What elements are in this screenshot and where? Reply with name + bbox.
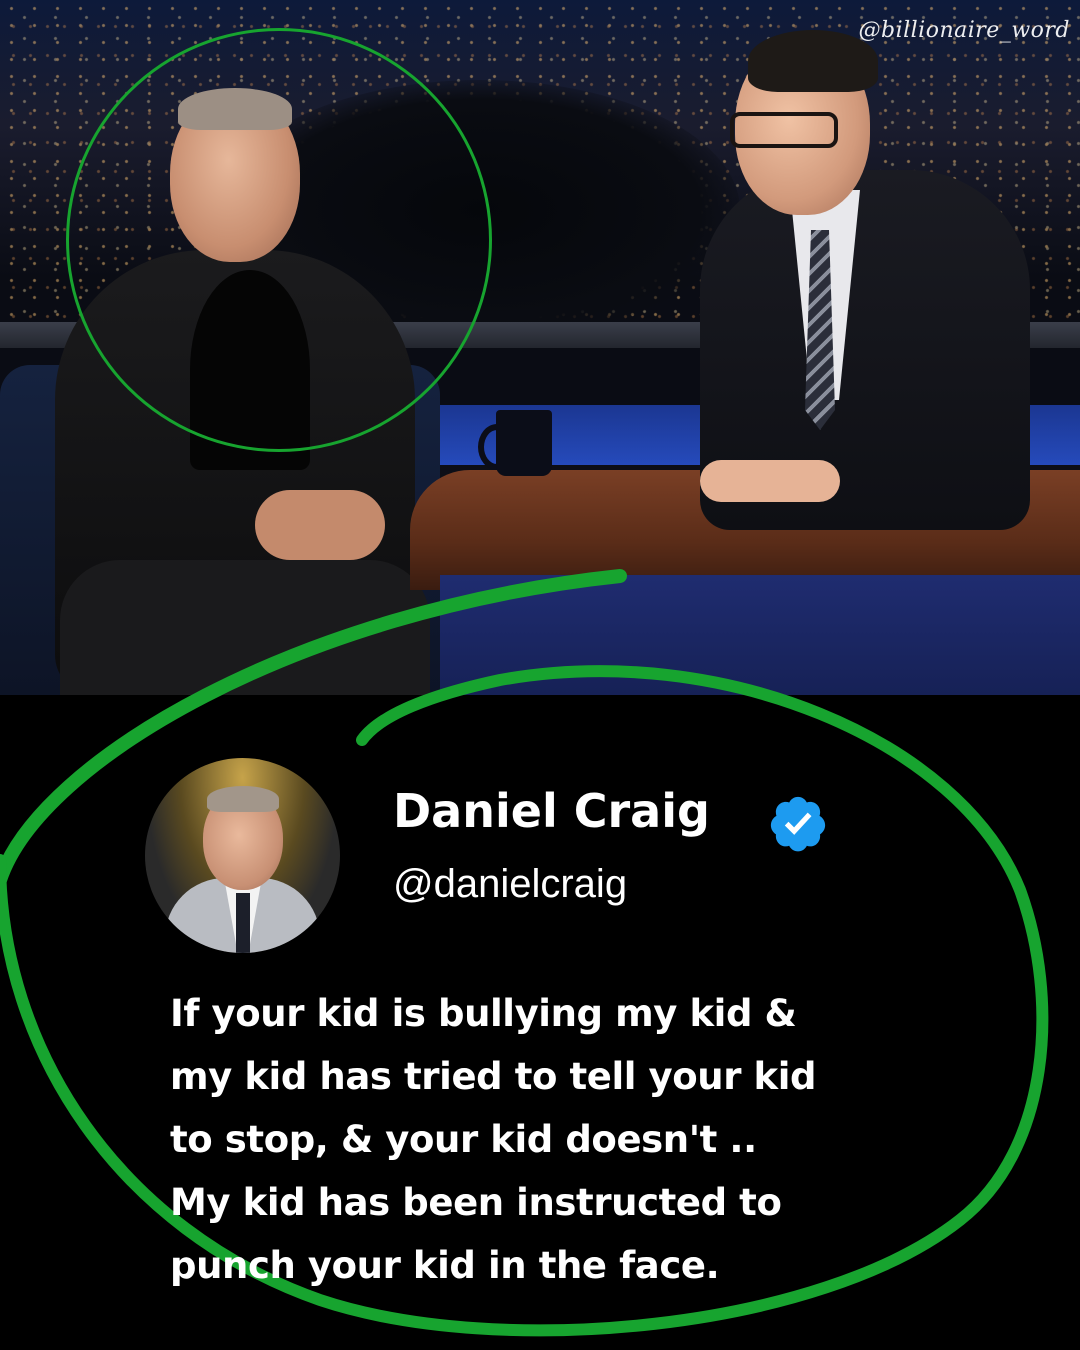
watermark-text: @billionaire_word — [858, 18, 1070, 43]
host-hand — [700, 460, 840, 502]
display-name[interactable]: Daniel Craig — [393, 784, 710, 839]
avatar-hair — [207, 786, 279, 812]
verified-check-icon — [770, 796, 826, 852]
tweet-line: to stop, & your kid doesn't .. — [170, 1118, 757, 1161]
avatar[interactable] — [145, 758, 340, 953]
host-desk-front — [440, 575, 1080, 695]
tweet-body: If your kid is bullying my kid & my kid … — [170, 982, 930, 1297]
tweet-line: my kid has tried to tell your kid — [170, 1055, 817, 1098]
highlight-circle — [66, 28, 492, 452]
tweet-line: punch your kid in the face. — [170, 1244, 720, 1287]
talk-show-photo: @billionaire_word — [0, 0, 1080, 695]
host-glasses — [730, 112, 838, 148]
user-handle[interactable]: @danielcraig — [393, 860, 627, 908]
avatar-tie — [236, 893, 250, 953]
tweet-line: My kid has been instructed to — [170, 1181, 782, 1224]
coffee-mug-icon — [496, 410, 552, 476]
tweet-line: If your kid is bullying my kid & — [170, 992, 797, 1035]
guest-hands — [255, 490, 385, 560]
guest-legs — [60, 560, 430, 695]
quote-post: @billionaire_word Daniel Craig @danielcr… — [0, 0, 1080, 1350]
